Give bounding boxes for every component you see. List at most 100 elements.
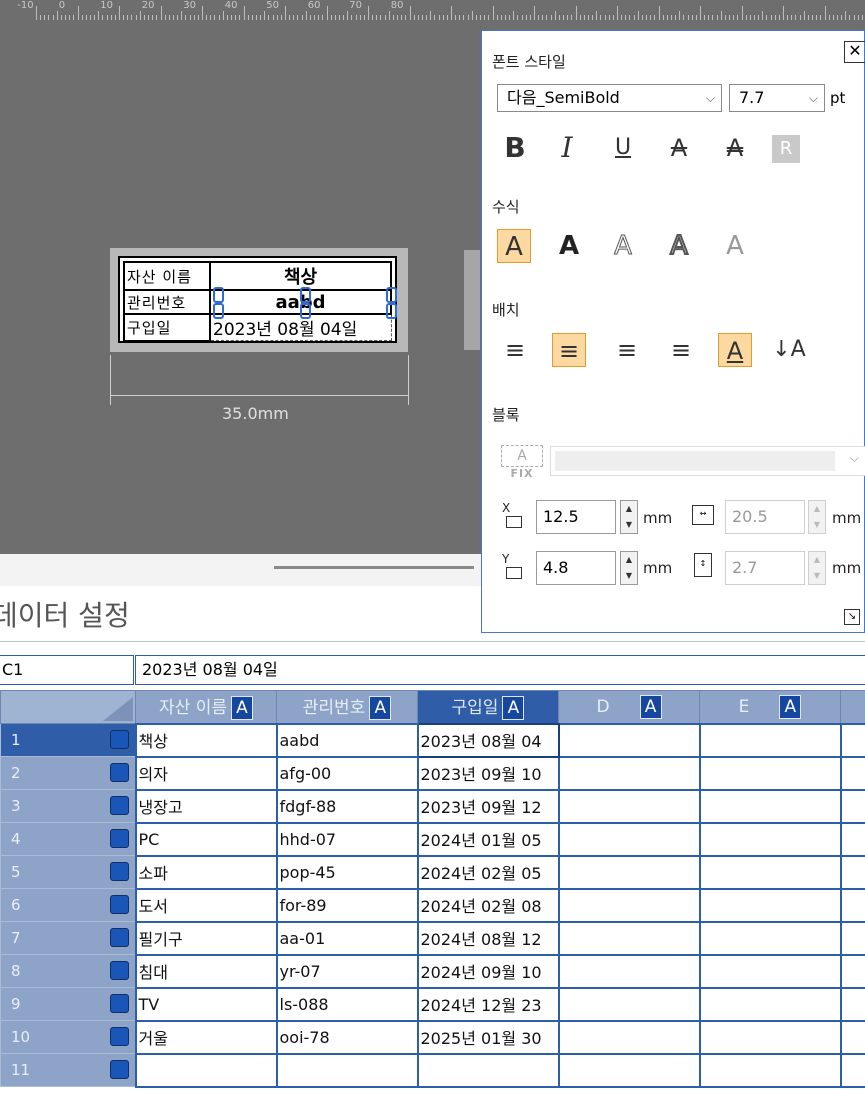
table-cell[interactable] (275, 1052, 419, 1088)
table-cell[interactable] (557, 788, 701, 824)
table-cell[interactable]: aabd (275, 722, 419, 758)
align-left-button[interactable]: ≡ (498, 333, 532, 367)
resize-handle-right[interactable] (386, 287, 397, 303)
table-cell[interactable] (839, 788, 865, 824)
row-header[interactable]: 6 (0, 888, 136, 922)
column-header-b[interactable]: 관리번호 A (276, 690, 418, 724)
width-input[interactable]: 20.5 (725, 500, 805, 534)
table-cell[interactable] (557, 887, 701, 923)
table-cell[interactable] (557, 821, 701, 857)
label-table[interactable]: 자산 이름 책상 관리번호 aabd 구입일 2023년 08월 04일 (123, 261, 392, 342)
table-cell[interactable] (557, 920, 701, 956)
table-cell[interactable] (839, 755, 865, 791)
table-cell[interactable]: 2024년 09월 10 (416, 953, 560, 989)
column-header-f[interactable] (840, 690, 865, 724)
table-cell[interactable]: 도서 (134, 887, 278, 923)
table-cell[interactable] (698, 788, 842, 824)
table-cell[interactable]: pop-45 (275, 854, 419, 890)
column-type-icon[interactable]: A (639, 694, 662, 719)
table-cell[interactable] (698, 887, 842, 923)
table-cell[interactable]: ooi-78 (275, 1019, 419, 1055)
row-checkbox[interactable] (109, 1060, 129, 1079)
row-header[interactable]: 11 (0, 1053, 136, 1087)
close-button[interactable]: ✕ (844, 41, 865, 63)
table-cell[interactable] (698, 755, 842, 791)
table-cell[interactable] (839, 953, 865, 989)
fit-width-button[interactable]: A (718, 333, 752, 367)
select-all-corner[interactable] (0, 690, 136, 724)
row-checkbox[interactable] (109, 796, 129, 815)
effect-double-outline-button[interactable]: A (662, 229, 696, 263)
table-cell[interactable]: 거울 (134, 1019, 278, 1055)
table-cell[interactable] (698, 986, 842, 1022)
column-header-c[interactable]: 구입일 A (417, 690, 559, 724)
table-cell[interactable] (557, 953, 701, 989)
width-stepper[interactable]: ▲ ▼ (808, 500, 826, 534)
row-header[interactable]: 3 (0, 789, 136, 823)
column-type-icon[interactable]: A (502, 696, 525, 721)
table-cell[interactable] (839, 722, 865, 758)
table-cell[interactable]: 냉장고 (134, 788, 278, 824)
table-cell[interactable]: 2023년 08월 04 (416, 722, 560, 758)
table-cell[interactable] (557, 1019, 701, 1055)
resize-handle-right-bottom[interactable] (386, 303, 397, 319)
table-cell[interactable]: PC (134, 821, 278, 857)
row-header[interactable]: 10 (0, 1020, 136, 1054)
resize-handle-left-bottom[interactable] (213, 303, 224, 319)
table-cell[interactable]: 2024년 02월 08 (416, 887, 560, 923)
table-cell[interactable]: 2023년 09월 10 (416, 755, 560, 791)
double-strikethrough-button[interactable]: A (718, 131, 752, 165)
strikethrough-button[interactable]: A (662, 131, 696, 165)
table-cell[interactable] (839, 986, 865, 1022)
table-cell[interactable] (839, 887, 865, 923)
table-cell[interactable] (839, 920, 865, 956)
table-cell[interactable] (698, 722, 842, 758)
table-cell[interactable]: 2024년 02월 05 (416, 854, 560, 890)
resize-handle-left[interactable] (213, 287, 224, 303)
table-cell[interactable]: fdgf-88 (275, 788, 419, 824)
fix-icon[interactable]: A FIX (500, 443, 544, 489)
font-size-select[interactable]: 7.7 ⌵ (729, 84, 825, 112)
formula-bar[interactable]: 2023년 08월 04일 (135, 655, 865, 685)
table-cell[interactable] (557, 722, 701, 758)
label-head-name[interactable]: 자산 이름 (123, 261, 211, 291)
x-position-input[interactable]: 12.5 (536, 500, 616, 534)
label-preview[interactable]: 자산 이름 책상 관리번호 aabd 구입일 2023년 08월 04일 (118, 256, 397, 343)
resize-handle-middle-bottom[interactable] (300, 303, 311, 319)
table-cell[interactable] (698, 953, 842, 989)
column-header-e[interactable]: EA (699, 690, 841, 724)
height-stepper[interactable]: ▲ ▼ (808, 551, 826, 585)
row-checkbox[interactable] (109, 961, 129, 980)
table-cell[interactable] (839, 1052, 865, 1088)
reverse-button[interactable]: R (772, 135, 800, 163)
row-checkbox[interactable] (109, 730, 129, 749)
vertical-text-button[interactable]: ↓A (772, 333, 806, 367)
table-cell[interactable]: 2024년 01월 05 (416, 821, 560, 857)
table-cell[interactable] (839, 1019, 865, 1055)
table-cell[interactable]: 2024년 12월 23 (416, 986, 560, 1022)
column-type-icon[interactable]: A (230, 696, 253, 721)
table-cell[interactable] (698, 1019, 842, 1055)
x-position-stepper[interactable]: ▲ ▼ (620, 500, 638, 534)
label-head-date[interactable]: 구입일 (123, 313, 211, 342)
table-cell[interactable] (698, 1052, 842, 1088)
column-header-d[interactable]: DA (558, 690, 700, 724)
row-checkbox[interactable] (109, 1027, 129, 1046)
row-checkbox[interactable] (109, 862, 129, 881)
table-cell[interactable] (839, 854, 865, 890)
table-cell[interactable] (557, 755, 701, 791)
height-input[interactable]: 2.7 (725, 551, 805, 585)
row-header[interactable]: 5 (0, 855, 136, 889)
row-checkbox[interactable] (109, 928, 129, 947)
table-cell[interactable] (416, 1052, 560, 1088)
cell-reference[interactable]: C1 (0, 655, 134, 685)
align-justify-button[interactable]: ≡ (664, 333, 698, 367)
table-cell[interactable]: TV (134, 986, 278, 1022)
table-cell[interactable]: ls-088 (275, 986, 419, 1022)
row-header[interactable]: 2 (0, 756, 136, 790)
row-checkbox[interactable] (109, 829, 129, 848)
table-cell[interactable] (557, 1052, 701, 1088)
italic-button[interactable]: I (550, 131, 584, 165)
table-cell[interactable] (557, 854, 701, 890)
table-cell[interactable] (698, 920, 842, 956)
